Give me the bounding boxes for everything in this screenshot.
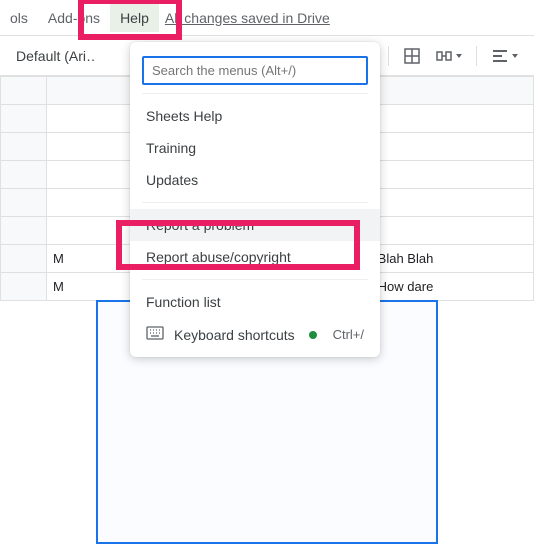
menu-item-sheets-help[interactable]: Sheets Help [130, 100, 380, 132]
menu-item-report-problem[interactable]: Report a problem [130, 209, 380, 241]
row-header[interactable] [1, 133, 47, 161]
menu-item-report-abuse[interactable]: Report abuse/copyright [130, 241, 380, 273]
row-header[interactable] [1, 273, 47, 301]
borders-icon[interactable] [403, 47, 421, 65]
menu-divider [142, 279, 368, 280]
font-selector[interactable]: Default (Ari… [16, 44, 96, 68]
new-indicator-dot-icon [309, 331, 317, 339]
menu-help[interactable]: Help [110, 4, 159, 32]
select-all-cell[interactable] [1, 77, 47, 105]
row-header[interactable] [1, 217, 47, 245]
menu-item-keyboard-shortcuts[interactable]: Keyboard shortcuts Ctrl+/ [130, 318, 380, 351]
saved-status-link[interactable]: All changes saved in Drive [165, 10, 330, 26]
chevron-down-icon [456, 54, 462, 58]
cell[interactable]: How dare [371, 273, 533, 301]
cell[interactable]: Blah Blah [371, 245, 533, 273]
menu-search-input[interactable] [142, 56, 368, 85]
column-header[interactable] [371, 77, 533, 105]
cell[interactable] [371, 133, 533, 161]
align-icon[interactable] [491, 47, 518, 65]
merge-cells-icon[interactable] [435, 47, 462, 65]
menu-item-function-list[interactable]: Function list [130, 286, 380, 318]
row-header[interactable] [1, 105, 47, 133]
cell[interactable] [371, 217, 533, 245]
row-header[interactable] [1, 189, 47, 217]
menu-bar: ols Add-ons Help All changes saved in Dr… [0, 0, 534, 36]
menu-item-updates[interactable]: Updates [130, 164, 380, 196]
menu-addons[interactable]: Add-ons [38, 4, 110, 32]
cell[interactable] [371, 161, 533, 189]
menu-tools[interactable]: ols [0, 4, 38, 32]
menu-item-training[interactable]: Training [130, 132, 380, 164]
menu-divider [142, 93, 368, 94]
keyboard-icon [146, 326, 164, 343]
row-header[interactable] [1, 245, 47, 273]
row-header[interactable] [1, 161, 47, 189]
toolbar-separator [476, 46, 477, 66]
cell[interactable] [371, 189, 533, 217]
menu-divider [142, 202, 368, 203]
toolbar-separator [388, 46, 389, 66]
cell[interactable] [371, 105, 533, 133]
help-menu-dropdown: Sheets Help Training Updates Report a pr… [130, 42, 380, 357]
shortcut-label: Ctrl+/ [333, 327, 364, 342]
menu-search-wrapper [142, 56, 368, 85]
chevron-down-icon [512, 54, 518, 58]
